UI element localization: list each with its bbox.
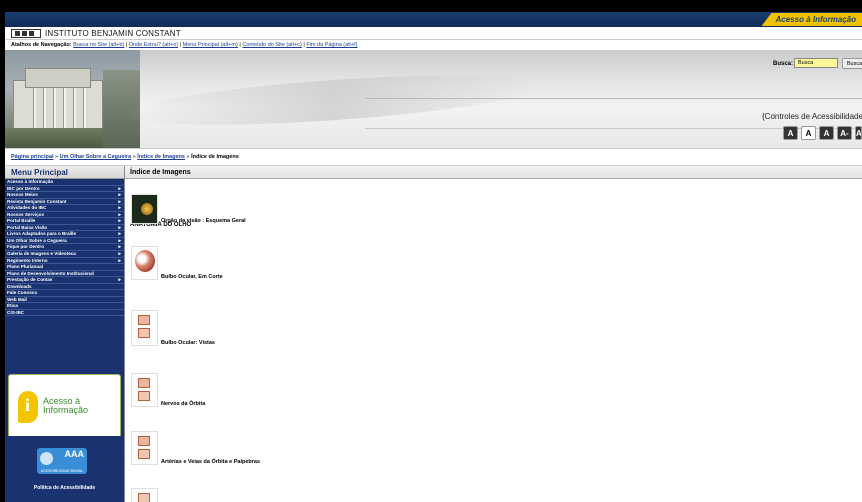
menu-item-label: Ética xyxy=(7,303,18,309)
breadcrumb-home[interactable]: Página principal xyxy=(11,154,53,160)
font-decrease-button[interactable]: A- xyxy=(837,126,852,140)
menu-item-label: Atividades do IBC xyxy=(7,205,47,211)
banner-swoosh xyxy=(124,65,546,135)
menu-item-label: Acesso à Informação xyxy=(7,179,54,184)
shortcuts-label: Atalhos de Navegação: xyxy=(11,42,72,48)
image-link[interactable]: Bulbo Ocular: Vistas xyxy=(161,340,215,346)
page-title: Índice de Imagens xyxy=(125,166,862,179)
banner-divider xyxy=(365,98,862,99)
menu-item-label: Plano Plurianual xyxy=(7,264,43,270)
image-link[interactable]: Nervos da Órbita xyxy=(161,401,205,407)
image-thumbnail[interactable] xyxy=(131,194,158,224)
institute-name[interactable]: INSTITUTO BENJAMIN CONSTANT xyxy=(45,29,181,38)
menu-item-label: Web Mail xyxy=(7,296,27,302)
government-bar: Acesso à Informação xyxy=(5,12,862,27)
page: Acesso à Informação INSTITUTO BENJAMIN C… xyxy=(0,0,862,502)
navigation-shortcuts: Atalhos de Navegação: Busca no Site (alt… xyxy=(5,40,862,50)
acesso-informacao-link[interactable]: Acesso à Informação xyxy=(761,13,862,26)
main-menu-title: Menu Principal xyxy=(5,166,124,179)
shortcut-page-end[interactable]: Fim da Página (alt+f) xyxy=(306,42,357,48)
acesso-informacao-text: Acesso à Informação xyxy=(43,396,89,415)
menu-item-label: Nossos Meios xyxy=(7,192,38,198)
aaa-badge-icon: AAA ACESSIBILIDADE BRASIL xyxy=(37,448,87,474)
menu-item-label: Regimento Interno xyxy=(7,257,48,263)
image-thumbnail[interactable] xyxy=(131,373,158,407)
search-button[interactable]: Busca xyxy=(842,58,862,69)
main-content: Índice de Imagens ANATOMIA DO OLHO Orgão… xyxy=(124,166,862,502)
menu-item-label: Livros Adaptados para o Braille xyxy=(7,231,77,237)
menu-item-label: Portal Braille xyxy=(7,218,36,224)
shortcut-main-menu[interactable]: Menu Principal (alt+m) xyxy=(183,42,238,48)
shortcut-content[interactable]: Conteúdo do Site (alt+c) xyxy=(242,42,301,48)
menu-item-label: Prestação de Contas xyxy=(7,277,53,283)
main-menu: Menu Principal Acesso à Informação IBC po… xyxy=(5,166,124,502)
accessibility-seal[interactable]: AAA ACESSIBILIDADE BRASIL xyxy=(5,436,124,482)
menu-item-label: IBC por Dentro xyxy=(7,185,40,191)
menu-item-label: Downloads xyxy=(7,283,32,289)
building-photo xyxy=(5,50,140,148)
info-icon xyxy=(18,391,38,423)
breadcrumb: Página principal » Um Olhar Sobre a Cegu… xyxy=(5,148,862,166)
image-thumbnail[interactable] xyxy=(131,431,158,465)
institute-logo xyxy=(11,29,41,38)
menu-item-label: Fique por Dentro xyxy=(7,244,45,250)
breadcrumb-indice[interactable]: Índice de Imagens xyxy=(137,154,185,160)
menu-item-label: Plano de Desenvolvimento Institucional xyxy=(7,270,94,276)
image-thumbnail[interactable] xyxy=(131,246,158,280)
politica-acessibilidade-link[interactable]: Política de Acessibilidade xyxy=(5,485,124,491)
header-banner xyxy=(5,50,862,148)
menu-item-label: Um Olhar Sobre a Cegueira xyxy=(7,237,67,243)
menu-item[interactable]: CIS-IBC xyxy=(5,310,124,317)
institute-bar: INSTITUTO BENJAMIN CONSTANT xyxy=(5,27,862,40)
shortcut-search[interactable]: Busca no Site (alt+b) xyxy=(73,42,124,48)
image-link[interactable]: Artérias e Veias da Órbita e Palpebras xyxy=(161,459,260,465)
image-link[interactable]: Bulbo Ocular, Em Corte xyxy=(161,274,223,280)
menu-item-label: Portal Baixa Visão xyxy=(7,224,48,230)
breadcrumb-current: Índice de Imagens xyxy=(191,154,239,160)
contrast-dark-button[interactable]: A xyxy=(783,126,798,140)
menu-list: Acesso à Informação IBC por Dentro ▸ Nossos… xyxy=(5,179,124,317)
menu-item-label: Nossos Serviços xyxy=(7,211,45,217)
acesso-informacao-banner[interactable]: Acesso à Informação xyxy=(8,374,121,438)
menu-item-label: Galeria de Imagens e Videoteca xyxy=(7,251,76,257)
image-thumbnail[interactable] xyxy=(131,310,158,346)
menu-item-label: CIS-IBC xyxy=(7,309,25,315)
menu-item-label: Revista Benjamin Constant xyxy=(7,198,67,204)
font-increase-button[interactable]: A+ xyxy=(855,126,862,140)
shortcut-where-am-i[interactable]: Onde Estou? (alt+o) xyxy=(129,42,178,48)
menu-item-label: Fale Conosco xyxy=(7,290,38,296)
search-label: Busca: xyxy=(773,61,794,67)
contrast-light-button[interactable]: A xyxy=(801,126,816,140)
font-normal-button[interactable]: A xyxy=(819,126,834,140)
search-input[interactable] xyxy=(794,58,838,68)
image-thumbnail[interactable] xyxy=(131,488,158,502)
accessibility-controls-title: {Controles de Acessibilidade} xyxy=(762,112,862,121)
image-link[interactable]: Orgão da visão : Esquema Geral xyxy=(161,218,246,224)
breadcrumb-um-olhar[interactable]: Um Olhar Sobre a Cegueira xyxy=(60,154,132,160)
